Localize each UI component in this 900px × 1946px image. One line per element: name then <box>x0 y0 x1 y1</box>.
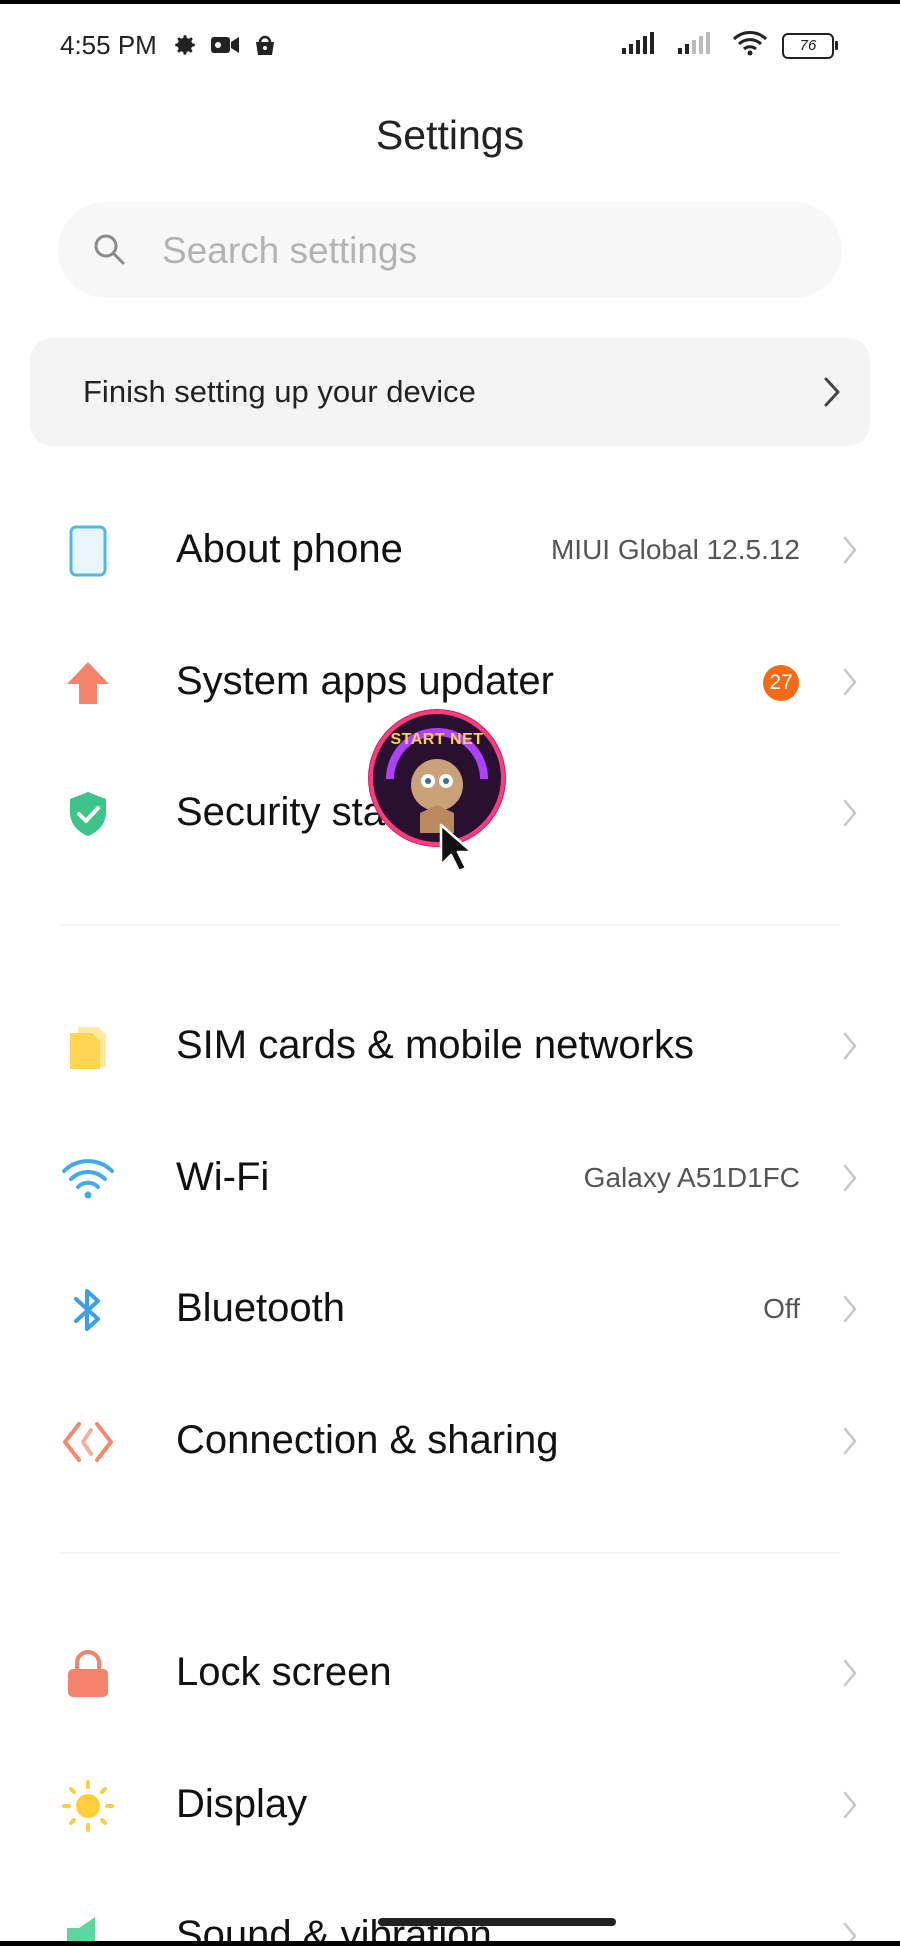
page-title: Settings <box>375 112 525 158</box>
settings-item-value: MIUI Global 12.5.12 <box>550 534 800 565</box>
settings-item-lock-screen[interactable]: Lock screen <box>0 1608 900 1740</box>
arrow-up-icon <box>56 653 120 713</box>
home-indicator[interactable] <box>378 1918 616 1926</box>
settings-item-label: System apps updater <box>176 659 554 703</box>
chevron-right-icon <box>842 1790 858 1825</box>
phone-outline-icon <box>56 521 120 581</box>
chevron-right-icon <box>842 1921 858 1941</box>
gear-icon <box>172 32 198 63</box>
chevron-right-icon <box>842 1658 858 1693</box>
search-input[interactable]: Search settings <box>58 202 842 298</box>
overlay-logo-text: START NET <box>390 731 484 748</box>
shield-check-icon <box>56 784 120 844</box>
settings-item-label: Bluetooth <box>176 1286 346 1330</box>
battery-icon: 76 <box>782 32 838 59</box>
settings-item-label: Security sta <box>176 790 385 834</box>
search-placeholder: Search settings <box>162 230 418 271</box>
bluetooth-icon <box>56 1280 120 1340</box>
lock-icon <box>56 1644 120 1704</box>
chevron-right-icon <box>842 535 858 570</box>
sun-icon <box>56 1776 120 1836</box>
settings-item-label: Display <box>176 1782 308 1826</box>
settings-item-sound-vibration[interactable]: Sound & vibration <box>0 1871 900 1941</box>
connection-sharing-icon <box>56 1412 120 1472</box>
chevron-right-icon <box>842 1163 858 1198</box>
search-icon <box>92 232 126 271</box>
status-time: 4:55 PM <box>60 30 157 60</box>
chevron-right-icon <box>842 1031 858 1066</box>
settings-item-connection-sharing[interactable]: Connection & sharing <box>0 1376 900 1508</box>
finish-setup-label: Finish setting up your device <box>83 374 476 409</box>
signal-bars-icon <box>676 30 718 61</box>
settings-screen: 4:55 PM 76 Settings Search settings Fini… <box>0 4 900 1941</box>
chevron-right-icon <box>842 667 858 702</box>
speaker-icon <box>56 1907 120 1941</box>
settings-item-wifi[interactable]: Wi-Fi Galaxy A51D1FC <box>0 1113 900 1245</box>
settings-item-label: Lock screen <box>176 1650 392 1694</box>
settings-item-display[interactable]: Display <box>0 1740 900 1872</box>
section-divider <box>60 924 840 926</box>
settings-item-label: About phone <box>176 527 403 571</box>
floating-logo-overlay: START NET <box>368 709 506 847</box>
settings-item-sim-cards[interactable]: SIM cards & mobile networks <box>0 981 900 1113</box>
section-divider <box>60 1552 840 1554</box>
settings-item-bluetooth[interactable]: Bluetooth Off <box>0 1244 900 1376</box>
settings-item-value: Off <box>763 1293 800 1324</box>
chevron-right-icon <box>842 798 858 833</box>
settings-item-about-phone[interactable]: About phone MIUI Global 12.5.12 <box>0 485 900 617</box>
settings-item-label: SIM cards & mobile networks <box>176 1023 694 1067</box>
chevron-right-icon <box>842 1294 858 1329</box>
wifi-icon <box>732 30 768 61</box>
wifi-icon <box>56 1149 120 1209</box>
status-bar: 4:55 PM 76 <box>0 4 900 88</box>
finish-setup-banner[interactable]: Finish setting up your device <box>30 338 870 446</box>
update-count-badge: 27 <box>763 665 799 701</box>
mouse-pointer-icon <box>438 822 474 879</box>
video-camera-icon <box>210 34 240 61</box>
settings-item-label: Connection & sharing <box>176 1418 559 1462</box>
chevron-right-icon <box>822 376 842 413</box>
settings-item-label: Wi-Fi <box>176 1155 270 1199</box>
signal-bars-icon <box>620 30 662 61</box>
settings-item-value: Galaxy A51D1FC <box>583 1162 800 1193</box>
shopping-bag-icon <box>252 32 278 63</box>
chevron-right-icon <box>842 1426 858 1461</box>
sim-card-icon <box>56 1017 120 1077</box>
